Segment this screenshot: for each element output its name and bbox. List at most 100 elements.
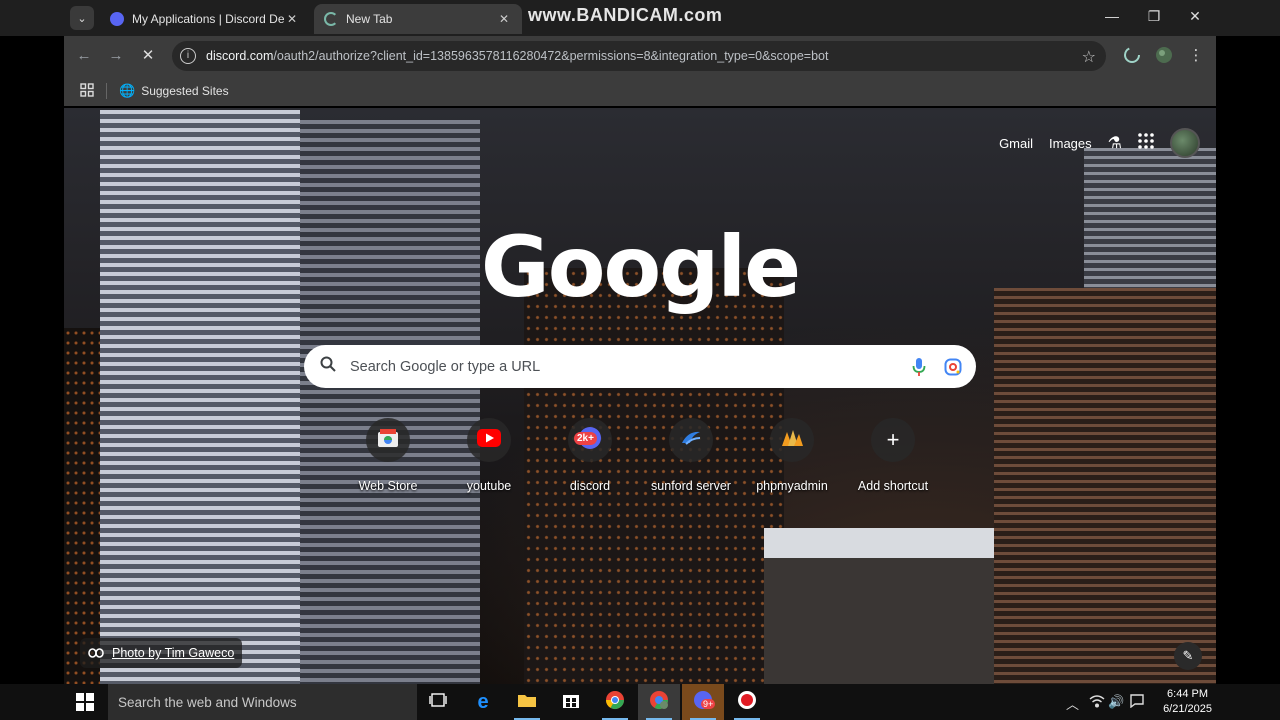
- task-view-button[interactable]: [417, 684, 459, 720]
- shortcut-label: Add shortcut: [857, 479, 929, 493]
- notification-badge: 2k+: [574, 432, 597, 445]
- chrome-profile-taskbar-button[interactable]: [638, 684, 680, 720]
- shortcut-label: sunford server: [651, 479, 731, 493]
- shortcut-tile: 2k+: [568, 418, 612, 462]
- wifi-icon[interactable]: [1089, 694, 1105, 711]
- new-tab-page: Gmail Images ⚗ Google Search Google or t…: [64, 108, 1216, 684]
- chrome-icon: [605, 690, 625, 715]
- file-explorer-taskbar-button[interactable]: [506, 684, 548, 720]
- search-input[interactable]: [350, 358, 908, 375]
- browser-toolbar: ← → ✕ i discord.com/oauth2/authorize?cli…: [64, 36, 1216, 76]
- tab-title: New Tab: [346, 12, 393, 26]
- shortcut-label: phpmyadmin: [756, 479, 828, 493]
- discord-icon: [110, 12, 124, 26]
- store-taskbar-button[interactable]: [550, 684, 592, 720]
- bookmark-suggested-sites[interactable]: Suggested Sites: [141, 84, 228, 98]
- close-icon: ✕: [141, 47, 155, 64]
- google-lens-icon[interactable]: [942, 356, 964, 378]
- store-icon: [562, 691, 580, 714]
- shortcut-youtube[interactable]: youtube: [439, 418, 539, 493]
- account-avatar[interactable]: [1170, 128, 1200, 158]
- volume-icon[interactable]: 🔊: [1108, 694, 1124, 710]
- google-apps-icon[interactable]: [1138, 132, 1154, 154]
- tab-discord-developer[interactable]: My Applications | Discord Developer Port…: [100, 4, 310, 34]
- bandicam-taskbar-button[interactable]: [726, 684, 768, 720]
- url-text[interactable]: discord.com/oauth2/authorize?client_id=1…: [206, 49, 828, 63]
- apps-grid-icon[interactable]: [80, 82, 96, 100]
- bookmark-star-icon[interactable]: ☆: [1082, 47, 1096, 67]
- microphone-icon[interactable]: [908, 356, 930, 378]
- shortcut-phpmyadmin[interactable]: phpmyadmin: [742, 418, 842, 493]
- gmail-link[interactable]: Gmail: [999, 136, 1033, 151]
- taskbar-search-input[interactable]: Search the web and Windows: [118, 695, 297, 710]
- tab-title: My Applications | Discord Developer Port…: [132, 12, 284, 26]
- taskbar-search-box[interactable]: Search the web and Windows: [108, 684, 417, 720]
- discord-taskbar-button[interactable]: 9+: [682, 684, 724, 720]
- search-box[interactable]: [304, 345, 976, 388]
- tab-close-icon[interactable]: ✕: [496, 12, 512, 26]
- address-bar[interactable]: i discord.com/oauth2/authorize?client_id…: [172, 41, 1106, 71]
- background-photo: [994, 288, 1216, 684]
- plus-icon: +: [886, 427, 900, 452]
- tab-close-icon[interactable]: ✕: [284, 12, 300, 26]
- taskbar-clock[interactable]: 6:44 PM 6/21/2025: [1163, 687, 1212, 717]
- youtube-icon: [477, 428, 501, 452]
- record-icon: [737, 690, 757, 715]
- shortcut-tile: [366, 418, 410, 462]
- back-button[interactable]: ←: [74, 46, 94, 66]
- background-photo: [64, 328, 104, 684]
- notification-icon[interactable]: [1130, 694, 1144, 711]
- recording-watermark: www.BANDICAM.com: [528, 5, 723, 25]
- photo-credit-link[interactable]: Photo by Tim Gaweco: [112, 646, 234, 660]
- shortcut-tile: [467, 418, 511, 462]
- shortcut-label: youtube: [466, 479, 512, 493]
- shortcut-label: Web Store: [358, 479, 418, 493]
- menu-kebab-icon[interactable]: ⋮: [1186, 46, 1206, 66]
- background-photo: [300, 120, 480, 684]
- customize-pencil-icon[interactable]: ✎: [1174, 642, 1202, 670]
- chevron-down-icon: ⌄: [77, 12, 87, 25]
- windows-taskbar: Search the web and Windows e 9+ ︿ 🔊 6:44…: [0, 684, 1280, 720]
- screen: ⌄ My Applications | Discord Developer Po…: [0, 0, 1280, 720]
- tab-bar: ⌄ My Applications | Discord Developer Po…: [0, 0, 1280, 36]
- bookmarks-bar: 🌐 Suggested Sites: [64, 76, 1216, 106]
- photo-credit[interactable]: Photo by Tim Gaweco: [80, 638, 243, 668]
- folder-icon: [517, 692, 537, 713]
- shortcut-label: discord: [569, 479, 611, 493]
- web-store-icon: [377, 428, 399, 453]
- top-links: Gmail Images ⚗: [999, 128, 1200, 158]
- google-logo: Google: [480, 218, 801, 316]
- shortcut-tile: +: [871, 418, 915, 462]
- labs-flask-icon[interactable]: ⚗: [1108, 133, 1122, 153]
- shortcut-add[interactable]: + Add shortcut: [843, 418, 943, 493]
- chrome-taskbar-button[interactable]: [594, 684, 636, 720]
- shortcut-sunford-server[interactable]: sunford server: [641, 418, 741, 493]
- sunford-icon: [680, 429, 702, 452]
- bookmark-separator: [106, 83, 107, 99]
- forward-button[interactable]: →: [106, 46, 126, 66]
- close-window-button[interactable]: ✕: [1185, 8, 1205, 25]
- shortcuts-grid: Web Store youtube 2k+ discord sunford se…: [338, 418, 942, 508]
- images-link[interactable]: Images: [1049, 136, 1092, 151]
- search-icon: [320, 356, 338, 377]
- notification-badge: 9+: [701, 698, 716, 709]
- tab-new-tab[interactable]: New Tab ✕: [314, 4, 522, 34]
- shortcut-discord[interactable]: 2k+ discord: [540, 418, 640, 493]
- loading-extension-icon[interactable]: [1122, 46, 1142, 66]
- discord-icon: 9+: [693, 690, 716, 715]
- shortcut-web-store[interactable]: Web Store: [338, 418, 438, 493]
- edge-taskbar-button[interactable]: e: [462, 684, 504, 720]
- chrome-profile-icon: [649, 690, 669, 715]
- windows-start-icon[interactable]: [76, 693, 94, 711]
- profile-avatar-icon[interactable]: [1154, 46, 1174, 66]
- stop-loading-button[interactable]: ✕: [138, 46, 158, 66]
- chevron-up-icon[interactable]: ︿: [1066, 694, 1079, 713]
- phpmyadmin-icon: [780, 428, 804, 453]
- site-info-icon[interactable]: i: [180, 48, 196, 64]
- maximize-button[interactable]: ❐: [1144, 8, 1164, 25]
- loading-spinner-icon: [324, 12, 338, 26]
- minimize-button[interactable]: —: [1102, 8, 1122, 24]
- tab-search-button[interactable]: ⌄: [70, 6, 94, 30]
- clock-time: 6:44 PM: [1167, 688, 1209, 700]
- link-icon: [88, 646, 104, 661]
